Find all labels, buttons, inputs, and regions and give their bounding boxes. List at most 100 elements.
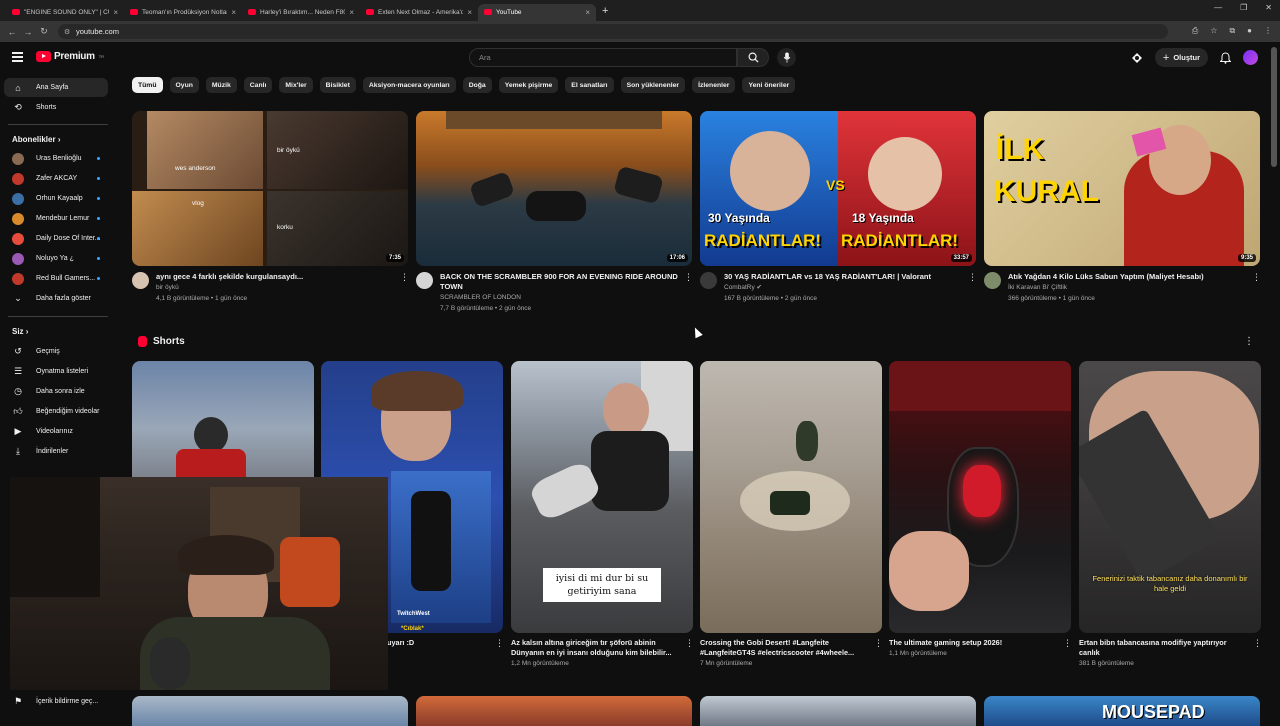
page-scrollbar[interactable] bbox=[1271, 47, 1277, 167]
video-title[interactable]: aynı gece 4 farklı şekilde kurgulansaydı… bbox=[156, 272, 394, 282]
chip[interactable]: Aksiyon-macera oyunları bbox=[362, 77, 456, 93]
short-card[interactable]: The ultimate gaming setup 2026! 1,1 Mn g… bbox=[889, 361, 1072, 657]
sidebar-item-shorts[interactable]: ⟲ Shorts bbox=[4, 98, 108, 117]
video-card[interactable]: bir öykü wes anderson vlog korku 7:35 ay… bbox=[132, 111, 409, 304]
more-actions-icon[interactable]: ⋮ bbox=[400, 272, 409, 283]
browser-tab-active[interactable]: YouTube × bbox=[478, 3, 596, 21]
short-thumbnail[interactable] bbox=[700, 361, 882, 633]
chip[interactable]: Oyun bbox=[169, 77, 199, 93]
video-thumbnail[interactable]: bir öykü wes anderson vlog korku 7:35 bbox=[132, 111, 408, 266]
video-thumbnail[interactable]: MOUSEPAD bbox=[984, 696, 1260, 726]
browser-tab[interactable]: Exten Next Olmaz - Amerika'd × bbox=[360, 4, 478, 21]
channel-name[interactable]: bir öykü bbox=[156, 282, 394, 293]
short-title[interactable]: Ertan bibn tabancasına modifiye yaptırıy… bbox=[1079, 638, 1247, 658]
sidebar-item-subscription[interactable]: Daily Dose Of Inter... bbox=[4, 229, 108, 248]
short-thumbnail[interactable]: iyisi di mi dur bi su getiriyim sana bbox=[511, 361, 693, 633]
sidebar-item-playlists[interactable]: ☰ Oynatma listeleri bbox=[4, 362, 108, 381]
more-actions-icon[interactable]: ⋮ bbox=[495, 638, 504, 649]
short-title[interactable]: uyarı :D bbox=[387, 638, 489, 648]
bookmark-star-icon[interactable]: ☆ bbox=[1210, 26, 1217, 36]
chip[interactable]: Mix'ler bbox=[279, 77, 313, 93]
show-more-button[interactable]: ⌄ Daha fazla göster bbox=[4, 289, 108, 308]
site-info-icon[interactable]: ⚙ bbox=[64, 28, 70, 36]
url-field[interactable]: ⚙ youtube.com bbox=[58, 24, 1168, 39]
video-title[interactable]: BACK ON THE SCRAMBLER 900 FOR AN EVENING… bbox=[440, 272, 678, 292]
close-tab-icon[interactable]: × bbox=[349, 8, 354, 17]
sidebar-item-report-history[interactable]: ⚑ İçerik bildirme geç... bbox=[4, 692, 108, 711]
sidebar-item-subscription[interactable]: Red Bull Gamers... bbox=[4, 269, 108, 288]
video-card[interactable]: İLK KURAL 9:35 Atık Yağdan 4 Kilo Lüks S… bbox=[984, 111, 1261, 304]
channel-name[interactable]: CombatRy ✔ bbox=[724, 282, 962, 293]
short-title[interactable]: Az kalsın altına giriceğim tır şöforü ab… bbox=[511, 638, 679, 658]
video-card[interactable]: 30 Yaşında RADİANTLAR! VS 18 Yaşında RAD… bbox=[700, 111, 977, 304]
channel-avatar[interactable] bbox=[984, 272, 1001, 289]
chip[interactable]: Yemek pişirme bbox=[498, 77, 559, 93]
chip[interactable]: El sanatları bbox=[565, 77, 614, 93]
sidebar-item-watch-later[interactable]: ◷ Daha sonra izle bbox=[4, 382, 108, 401]
close-tab-icon[interactable]: × bbox=[585, 8, 590, 17]
chip[interactable]: Müzik bbox=[205, 77, 237, 93]
account-avatar[interactable] bbox=[1243, 50, 1258, 65]
more-actions-icon[interactable]: ⋮ bbox=[1253, 638, 1262, 649]
channel-avatar[interactable] bbox=[700, 272, 717, 289]
more-actions-icon[interactable]: ⋮ bbox=[684, 272, 693, 283]
search-input[interactable]: Ara bbox=[469, 48, 737, 67]
notifications-bell-icon[interactable] bbox=[1220, 51, 1231, 64]
chip[interactable]: Son yüklenenler bbox=[620, 77, 686, 93]
forward-icon[interactable]: → bbox=[20, 27, 36, 37]
more-actions-icon[interactable]: ⋮ bbox=[685, 638, 694, 649]
video-thumbnail[interactable]: 17:06 bbox=[416, 111, 692, 266]
close-window-icon[interactable]: ✕ bbox=[1265, 3, 1272, 12]
video-title[interactable]: Atık Yağdan 4 Kilo Lüks Sabun Yaptım (Ma… bbox=[1008, 272, 1246, 282]
sidebar-item-history[interactable]: ↺ Geçmiş bbox=[4, 342, 108, 361]
voice-search-button[interactable] bbox=[777, 48, 796, 67]
close-tab-icon[interactable]: × bbox=[113, 8, 118, 17]
browser-tab[interactable]: Harley'i Bıraktım... Neden F800 × bbox=[242, 4, 360, 21]
channel-name[interactable]: SCRAMBLER OF LONDON bbox=[440, 292, 678, 303]
sidebar-item-subscription[interactable]: Noluyo Ya ¿ bbox=[4, 249, 108, 268]
short-card[interactable]: Fenerinizi taktik tabancanız daha donanı… bbox=[1079, 361, 1262, 667]
profile-icon[interactable]: ● bbox=[1247, 26, 1252, 36]
new-tab-icon[interactable]: + bbox=[602, 5, 608, 17]
short-card[interactable]: Crossing the Gobi Desert! #Langfeite #La… bbox=[700, 361, 883, 667]
youtube-premium-logo[interactable]: Premium TR bbox=[36, 51, 104, 62]
chip[interactable]: İzlenenler bbox=[692, 77, 736, 93]
browser-tab[interactable]: "ENGINE SOUND ONLY" | CUR × bbox=[6, 4, 124, 21]
sidebar-item-subscription[interactable]: Orhun Kayaalp bbox=[4, 189, 108, 208]
channel-name[interactable]: İki Karavan Bi' Çiftlik bbox=[1008, 282, 1246, 293]
cast-icon[interactable] bbox=[1131, 52, 1143, 64]
short-thumbnail[interactable]: Fenerinizi taktik tabancanız daha donanı… bbox=[1079, 361, 1261, 633]
sidebar-item-your-videos[interactable]: ▶ Videolarınız bbox=[4, 422, 108, 441]
sidebar-item-home[interactable]: ⌂ Ana Sayfa bbox=[4, 78, 108, 97]
chip[interactable]: Doğa bbox=[462, 77, 492, 93]
video-thumbnail[interactable] bbox=[700, 696, 976, 726]
video-thumbnail[interactable] bbox=[416, 696, 692, 726]
video-card[interactable]: 17:06 BACK ON THE SCRAMBLER 900 FOR AN E… bbox=[416, 111, 693, 314]
video-thumbnail[interactable] bbox=[132, 696, 408, 726]
browser-menu-icon[interactable]: ⋮ bbox=[1264, 26, 1272, 36]
more-actions-icon[interactable]: ⋮ bbox=[1252, 272, 1261, 283]
back-icon[interactable]: ← bbox=[4, 27, 20, 37]
shorts-more-icon[interactable]: ⋮ bbox=[1244, 336, 1254, 347]
short-title[interactable]: Crossing the Gobi Desert! #Langfeite #La… bbox=[700, 638, 868, 658]
you-heading[interactable]: Siz › bbox=[12, 327, 28, 336]
sidebar-item-liked-videos[interactable]: 👍︎ Beğendiğim videolar bbox=[4, 402, 108, 421]
sidebar-item-subscription[interactable]: Mendebur Lemur bbox=[4, 209, 108, 228]
short-thumbnail[interactable] bbox=[889, 361, 1071, 633]
install-icon[interactable]: ⎙ bbox=[1192, 26, 1198, 36]
browser-tab[interactable]: Teoman'ın Prodüksiyon Notları × bbox=[124, 4, 242, 21]
chip[interactable]: Bisiklet bbox=[319, 77, 356, 93]
close-tab-icon[interactable]: × bbox=[467, 8, 472, 17]
short-card[interactable]: iyisi di mi dur bi su getiriyim sana Az … bbox=[511, 361, 694, 667]
video-thumbnail[interactable]: İLK KURAL 9:35 bbox=[984, 111, 1260, 266]
restore-icon[interactable]: ❐ bbox=[1240, 3, 1247, 12]
channel-avatar[interactable] bbox=[416, 272, 433, 289]
more-actions-icon[interactable]: ⋮ bbox=[874, 638, 883, 649]
sidebar-item-subscription[interactable]: Zafer AKCAY bbox=[4, 169, 108, 188]
subscriptions-heading[interactable]: Abonelikler › bbox=[12, 135, 60, 144]
minimize-icon[interactable]: — bbox=[1214, 3, 1222, 12]
hamburger-menu-icon[interactable] bbox=[12, 52, 23, 64]
sidebar-item-downloads[interactable]: ⤓ İndirilenler bbox=[4, 442, 108, 461]
sidebar-item-subscription[interactable]: Uras Benlioğlu bbox=[4, 149, 108, 168]
chip-all[interactable]: Tümü bbox=[132, 77, 163, 93]
